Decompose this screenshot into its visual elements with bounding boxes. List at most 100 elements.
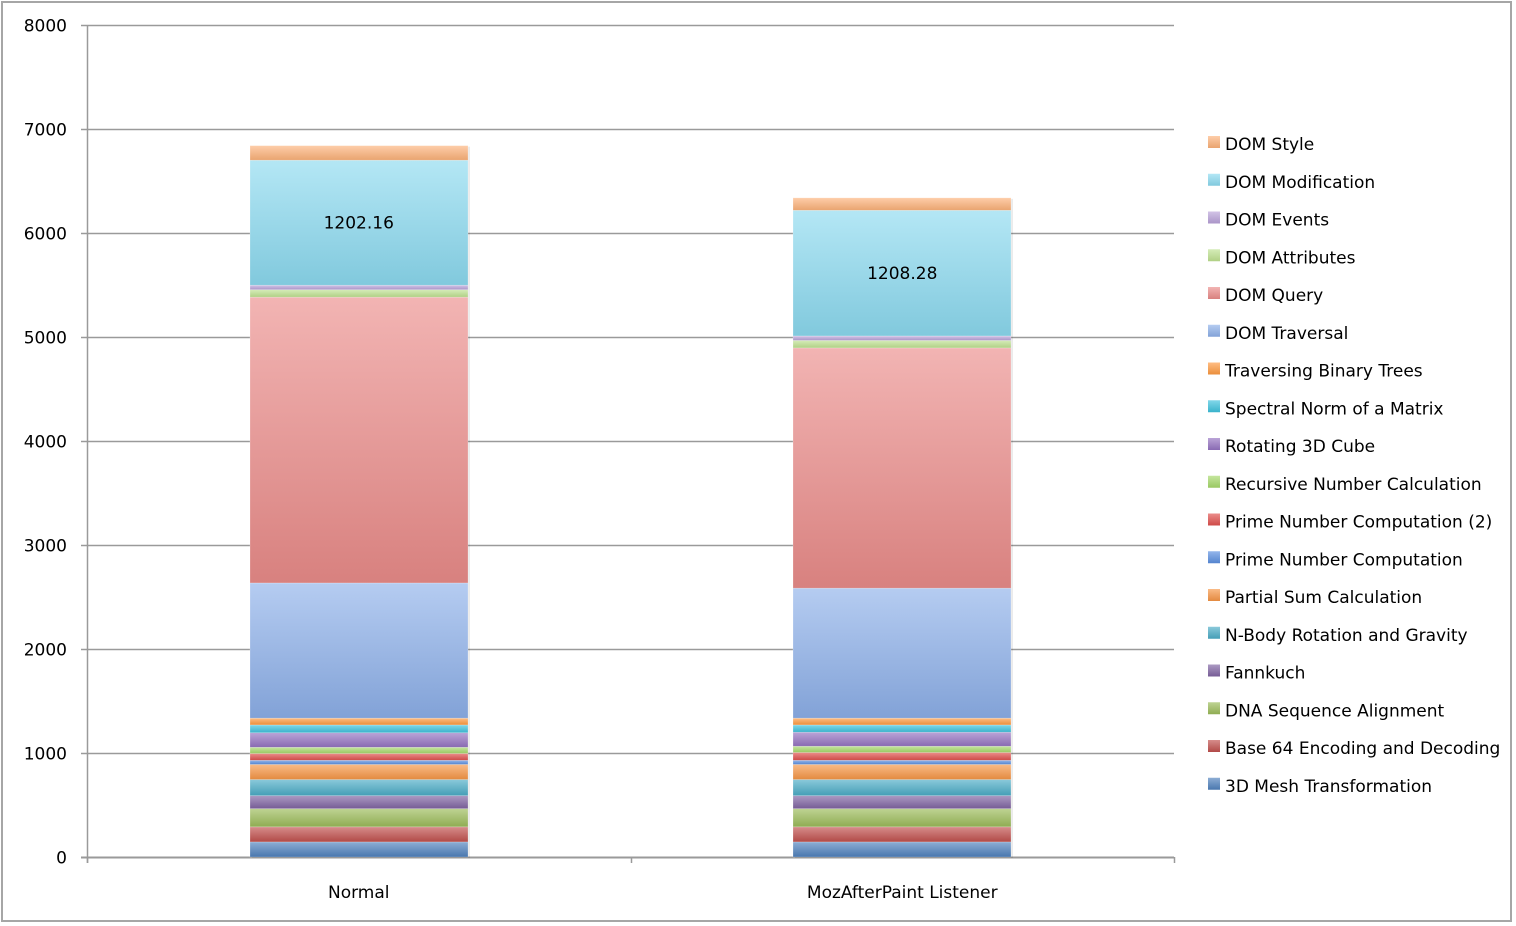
legend: DOM Style DOM Modification DOM Events DOM A… xyxy=(1208,135,1500,797)
bar-segment-traversing-binary-trees xyxy=(249,717,469,726)
bar-segment-fannkuch xyxy=(249,795,469,809)
legend-label: DOM Style xyxy=(1225,135,1314,155)
bar-stack-normal xyxy=(249,145,470,859)
legend-item-dom-query: DOM Query xyxy=(1208,286,1323,306)
y-tick-label: 1000 xyxy=(24,745,67,765)
legend-item-dna-sequence-alignment: DNA Sequence Alignment xyxy=(1208,701,1445,721)
legend-label: Recursive Number Calculation xyxy=(1225,475,1482,495)
legend-swatch xyxy=(1208,136,1220,148)
legend-label: DOM Events xyxy=(1225,211,1329,231)
legend-item-fannkuch: Fannkuch xyxy=(1208,664,1305,684)
legend-label: Spectral Norm of a Matrix xyxy=(1225,399,1444,419)
bars xyxy=(249,145,1013,859)
legend-swatch xyxy=(1208,740,1220,752)
legend-swatch xyxy=(1208,249,1220,262)
y-tick-label: 0 xyxy=(56,849,67,869)
legend-label: DOM Query xyxy=(1225,286,1323,306)
bar-segment-prime-number-computation xyxy=(792,759,1012,765)
bar-segment-dom-style xyxy=(792,197,1012,211)
legend-label: DOM Traversal xyxy=(1225,324,1348,344)
bar-segment-dom-style xyxy=(249,145,469,161)
legend-item-traversing-binary-trees: Traversing Binary Trees xyxy=(1208,362,1423,382)
legend-label: DOM Attributes xyxy=(1225,248,1356,268)
legend-swatch xyxy=(1208,362,1220,375)
bar-stack-mozafterpaint-listener xyxy=(792,197,1013,859)
bar-segment-dna-sequence-alignment xyxy=(792,808,1012,828)
legend-item-prime-number-computation-2: Prime Number Computation (2) xyxy=(1208,513,1492,533)
legend-item-dom-attributes: DOM Attributes xyxy=(1208,248,1356,268)
bar-segment-dom-query xyxy=(249,296,469,584)
bar-segment-3d-mesh-transformation xyxy=(792,841,1012,858)
legend-item-dom-traversal: DOM Traversal xyxy=(1208,324,1348,344)
legend-item-spectral-norm-of-a-matrix: Spectral Norm of a Matrix xyxy=(1208,399,1444,419)
bar-segment-partial-sum-calculation xyxy=(249,764,469,780)
bar-segment-n-body-rotation-and-gravity xyxy=(792,779,1012,796)
bar-segment-dom-events xyxy=(792,335,1012,341)
legend-swatch xyxy=(1208,211,1220,224)
bar-segment-dom-query xyxy=(792,347,1012,589)
x-tick-label: Normal xyxy=(328,883,390,903)
legend-label: Prime Number Computation (2) xyxy=(1225,513,1492,533)
legend-label: DOM Modification xyxy=(1225,173,1375,193)
legend-swatch xyxy=(1208,438,1220,450)
legend-label: Rotating 3D Cube xyxy=(1225,437,1375,457)
bar-segment-dom-attributes xyxy=(792,340,1012,349)
bar-segment-rotating-3d-cube xyxy=(792,731,1012,747)
legend-label: Fannkuch xyxy=(1225,664,1305,684)
legend-item-prime-number-computation: Prime Number Computation xyxy=(1208,550,1463,570)
legend-item-recursive-number-calculation: Recursive Number Calculation xyxy=(1208,475,1482,495)
legend-label: Prime Number Computation xyxy=(1225,550,1463,570)
bar-segment-base-64-encoding-and-decoding xyxy=(249,826,469,843)
legend-item-n-body-rotation-and-gravity: N-Body Rotation and Gravity xyxy=(1208,626,1468,646)
legend-item-rotating-3d-cube: Rotating 3D Cube xyxy=(1208,437,1375,457)
legend-label: Traversing Binary Trees xyxy=(1224,362,1423,382)
bar-segment-recursive-number-calculation xyxy=(249,746,469,754)
bar-segment-dna-sequence-alignment xyxy=(249,808,469,828)
bar-segment-rotating-3d-cube xyxy=(249,732,469,748)
legend-swatch xyxy=(1208,287,1220,299)
y-tick-label: 7000 xyxy=(24,121,67,141)
y-tick-label: 2000 xyxy=(24,641,67,661)
legend-swatch xyxy=(1208,513,1220,526)
bar-segment-n-body-rotation-and-gravity xyxy=(249,779,469,796)
legend-swatch xyxy=(1208,324,1220,337)
legend-label: DNA Sequence Alignment xyxy=(1225,701,1445,721)
legend-swatch xyxy=(1208,400,1220,413)
bar-segment-partial-sum-calculation xyxy=(792,764,1012,780)
legend-swatch xyxy=(1208,173,1220,186)
data-label: 1208.28 xyxy=(867,264,937,284)
legend-item-dom-style: DOM Style xyxy=(1208,135,1314,155)
legend-swatch xyxy=(1208,626,1220,639)
bar-segment-3d-mesh-transformation xyxy=(249,841,469,858)
y-tick-label: 6000 xyxy=(24,225,67,245)
bar-segment-spectral-norm-of-a-matrix xyxy=(249,724,469,734)
bar-segment-prime-number-computation-2 xyxy=(249,753,469,761)
y-tick-label: 4000 xyxy=(24,433,67,453)
bar-segment-dom-events xyxy=(249,284,469,290)
legend-item-partial-sum-calculation: Partial Sum Calculation xyxy=(1208,588,1422,608)
legend-item-dom-modification: DOM Modification xyxy=(1208,173,1375,193)
legend-swatch xyxy=(1208,664,1220,677)
legend-swatch xyxy=(1208,777,1220,790)
legend-label: Base 64 Encoding and Decoding xyxy=(1225,739,1500,759)
legend-item-dom-events: DOM Events xyxy=(1208,211,1329,231)
legend-swatch xyxy=(1208,589,1220,601)
legend-label: N-Body Rotation and Gravity xyxy=(1225,626,1468,646)
y-tick-label: 8000 xyxy=(24,17,67,37)
bar-segment-prime-number-computation xyxy=(249,759,469,765)
legend-label: 3D Mesh Transformation xyxy=(1225,777,1432,797)
bar-segment-dom-traversal xyxy=(249,582,469,719)
stacked-bar-chart: 0 1000 2000 3000 4000 5000 6000 7000 8000 Normal M… xyxy=(24,17,1501,904)
legend-label: Partial Sum Calculation xyxy=(1225,588,1422,608)
bar-segment-prime-number-computation-2 xyxy=(792,752,1012,761)
legend-item-3d-mesh-transformation: 3D Mesh Transformation xyxy=(1208,777,1432,797)
bar-segment-dom-attributes xyxy=(249,289,469,298)
bar-segment-base-64-encoding-and-decoding xyxy=(792,826,1012,843)
x-tick-label: MozAfterPaint Listener xyxy=(807,883,998,903)
legend-item-base-64-encoding-and-decoding: Base 64 Encoding and Decoding xyxy=(1208,739,1500,759)
y-tick-label: 3000 xyxy=(24,537,67,557)
legend-swatch xyxy=(1208,702,1220,715)
bar-segment-recursive-number-calculation xyxy=(792,745,1012,753)
legend-swatch xyxy=(1208,475,1220,488)
bar-segment-spectral-norm-of-a-matrix xyxy=(792,724,1012,733)
